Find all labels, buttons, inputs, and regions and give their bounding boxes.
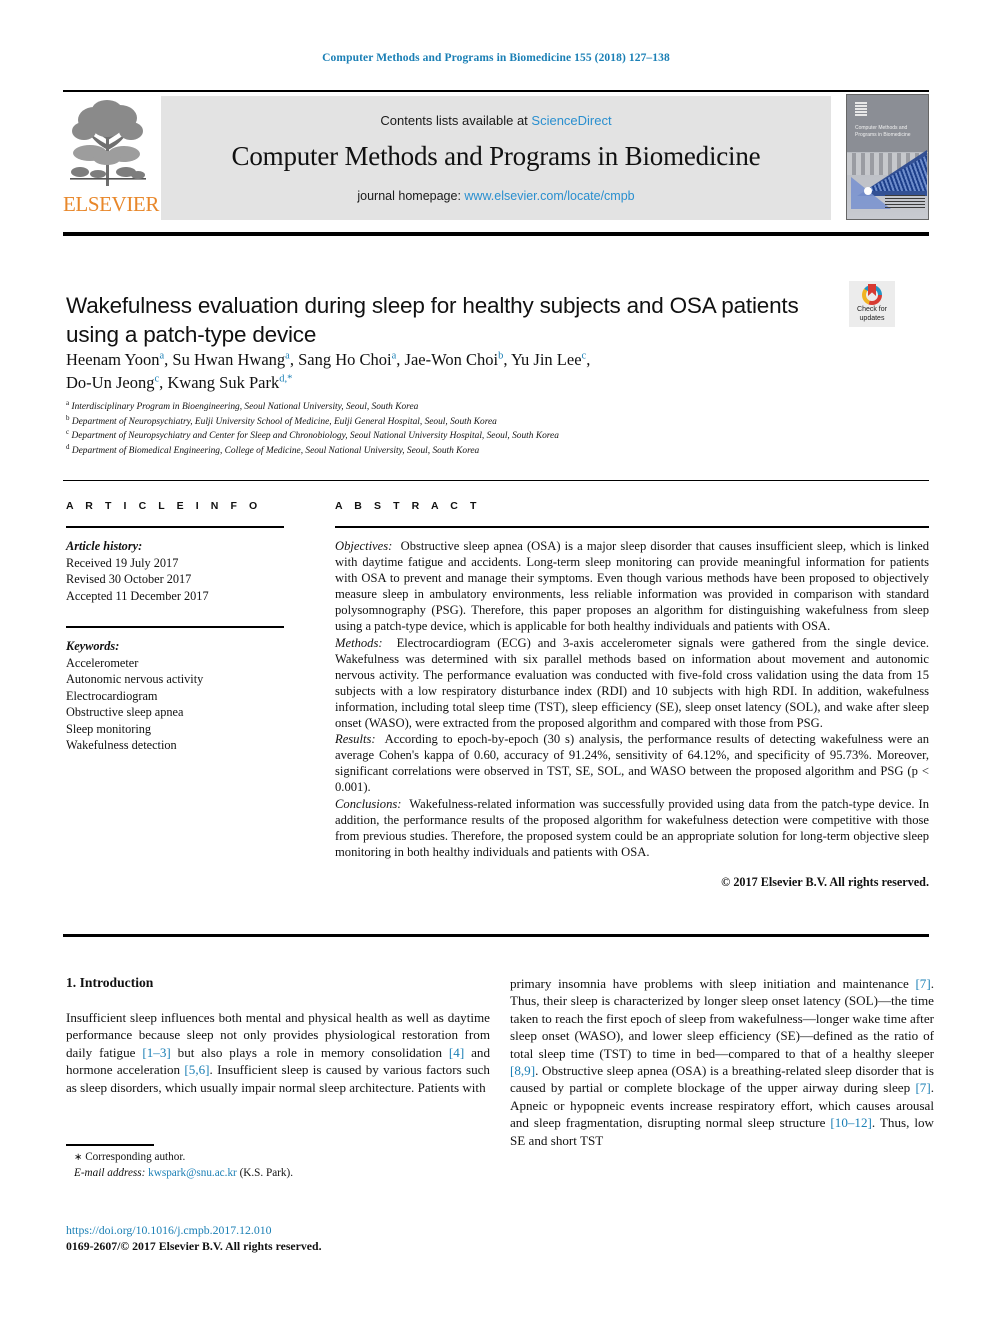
elsevier-tree-icon: [70, 100, 146, 186]
abstract-zone-bottom-rule: [63, 934, 929, 937]
abstract-conclusions-label: Conclusions:: [335, 796, 402, 811]
cover-publisher-logo-icon: [855, 102, 867, 116]
paper-page: Computer Methods and Programs in Biomedi…: [0, 0, 992, 1323]
footnote-block: ∗ Corresponding author. E-mail address: …: [74, 1150, 494, 1181]
abstract-conclusions: Conclusions: Wakefulness-related informa…: [335, 796, 929, 860]
abstract-objectives-text: Obstructive sleep apnea (OSA) is a major…: [335, 539, 930, 634]
crossmark-badge[interactable]: Check for updates: [849, 281, 895, 327]
keywords-block: Keywords: Accelerometer Autonomic nervou…: [66, 638, 296, 754]
abstract-results-text: According to epoch-by-epoch (30 s) analy…: [335, 732, 929, 795]
cover-journal-title: Computer Methods and Programs in Biomedi…: [855, 125, 911, 138]
issn-copyright-line: 0169-2607/© 2017 Elsevier B.V. All right…: [66, 1239, 322, 1253]
keyword-item: Obstructive sleep apnea: [66, 705, 184, 719]
article-history-accepted: Accepted 11 December 2017: [66, 588, 209, 603]
keyword-item: Autonomic nervous activity: [66, 672, 204, 686]
article-history-label: Article history:: [66, 539, 143, 553]
journal-cover-thumbnail: Computer Methods and Programs in Biomedi…: [846, 94, 929, 220]
article-info-column: A R T I C L E I N F O Article history: R…: [66, 500, 296, 754]
abstract-copyright: © 2017 Elsevier B.V. All rights reserved…: [721, 874, 929, 889]
article-history-received: Received 19 July 2017: [66, 555, 179, 570]
affiliation-item: b Department of Neuropsychiatry, Eulji U…: [66, 413, 497, 427]
abstract-methods: Methods: Electrocardiogram (ECG) and 3-a…: [335, 635, 929, 732]
footnote-rule: [66, 1144, 154, 1146]
affiliation-item: a Interdisciplinary Program in Bioengine…: [66, 398, 419, 412]
email-link[interactable]: kwspark@snu.ac.kr: [148, 1167, 237, 1179]
keywords-label: Keywords:: [66, 639, 120, 653]
journal-homepage-line: journal homepage: www.elsevier.com/locat…: [161, 189, 831, 203]
article-history-revised: Revised 30 October 2017: [66, 572, 192, 586]
elsevier-logo: ELSEVIER: [63, 96, 159, 220]
cover-footer-lines: [885, 195, 925, 209]
asterisk-icon: ∗: [74, 1152, 83, 1163]
abstract-methods-label: Methods:: [335, 635, 383, 650]
keyword-item: Sleep monitoring: [66, 721, 152, 736]
affiliation-list: a Interdisciplinary Program in Bioengine…: [66, 398, 866, 458]
abstract-objectives: Objectives: Obstructive sleep apnea (OSA…: [335, 538, 929, 635]
affiliation-item: d Department of Biomedical Engineering, …: [66, 442, 480, 456]
abstract-zone-top-rule: [63, 480, 929, 481]
abstract-column: A B S T R A C T Objectives: Obstructive …: [335, 500, 929, 890]
email-label: E-mail address:: [74, 1166, 146, 1179]
corresponding-author-note: ∗ Corresponding author.: [74, 1150, 494, 1166]
article-info-heading: A R T I C L E I N F O: [66, 500, 262, 512]
page-title: Wakefulness evaluation during sleep for …: [66, 293, 799, 348]
abstract-results-label: Results:: [335, 732, 376, 747]
author-line-2: Do-Un Jeongc, Kwang Suk Parkd,*: [66, 373, 293, 392]
banner-center-panel: Contents lists available at ScienceDirec…: [161, 96, 831, 220]
abstract-objectives-label: Objectives:: [335, 539, 393, 553]
crossmark-line1: Check for: [857, 306, 887, 313]
keyword-item: Wakefulness detection: [66, 738, 177, 752]
keyword-item: Electrocardiogram: [66, 688, 158, 703]
crossmark-line2: updates: [859, 314, 885, 322]
journal-banner: ELSEVIER Contents lists available at Sci…: [63, 92, 929, 220]
body-column-left: 1. Introduction Insufficient sleep influ…: [66, 975, 490, 1096]
author-line-1: Heenam Yoona, Su Hwan Hwanga, Sang Ho Ch…: [66, 350, 591, 369]
abstract-methods-text: Electrocardiogram (ECG) and 3-axis accel…: [335, 635, 930, 731]
doi-link[interactable]: https://doi.org/10.1016/j.cmpb.2017.12.0…: [66, 1222, 506, 1238]
banner-bottom-rule: [63, 232, 929, 236]
abstract-heading: A B S T R A C T: [335, 500, 481, 512]
corresponding-author-label: Corresponding author.: [85, 1151, 186, 1163]
sciencedirect-link[interactable]: ScienceDirect: [531, 113, 611, 128]
keyword-item: Accelerometer: [66, 655, 139, 670]
body-column-right: primary insomnia have problems with slee…: [510, 975, 934, 1149]
author-list: Heenam Yoona, Su Hwan Hwanga, Sang Ho Ch…: [66, 348, 856, 394]
cover-dot-graphic: [864, 187, 872, 195]
email-note: E-mail address: kwspark@snu.ac.kr (K.S. …: [74, 1166, 494, 1182]
homepage-prefix: journal homepage:: [357, 189, 465, 203]
abstract-results: Results: According to epoch-by-epoch (30…: [335, 731, 929, 795]
introduction-paragraph-left: Insufficient sleep influences both menta…: [66, 1010, 490, 1095]
journal-title: Computer Methods and Programs in Biomedi…: [231, 141, 761, 171]
article-history-block: Article history: Received 19 July 2017 R…: [66, 538, 296, 604]
affiliation-item: c Department of Neuropsychiatry and Cent…: [66, 428, 559, 442]
contents-prefix: Contents lists available at: [380, 113, 532, 128]
abstract-body: Objectives: Obstructive sleep apnea (OSA…: [335, 538, 929, 890]
contents-available-line: Contents lists available at ScienceDirec…: [161, 113, 831, 128]
email-suffix: (K.S. Park).: [239, 1166, 294, 1179]
doi-block: https://doi.org/10.1016/j.cmpb.2017.12.0…: [66, 1222, 506, 1254]
abstract-conclusions-text: Wakefulness-related information was succ…: [335, 796, 929, 859]
crossmark-label: Check for updates: [849, 306, 895, 323]
introduction-paragraph-right: primary insomnia have problems with slee…: [510, 976, 935, 1148]
elsevier-wordmark: ELSEVIER: [63, 192, 159, 216]
journal-homepage-link[interactable]: www.elsevier.com/locate/cmpb: [464, 189, 634, 203]
running-head: Computer Methods and Programs in Biomedi…: [322, 52, 670, 64]
section-title-introduction: 1. Introduction: [66, 975, 154, 990]
